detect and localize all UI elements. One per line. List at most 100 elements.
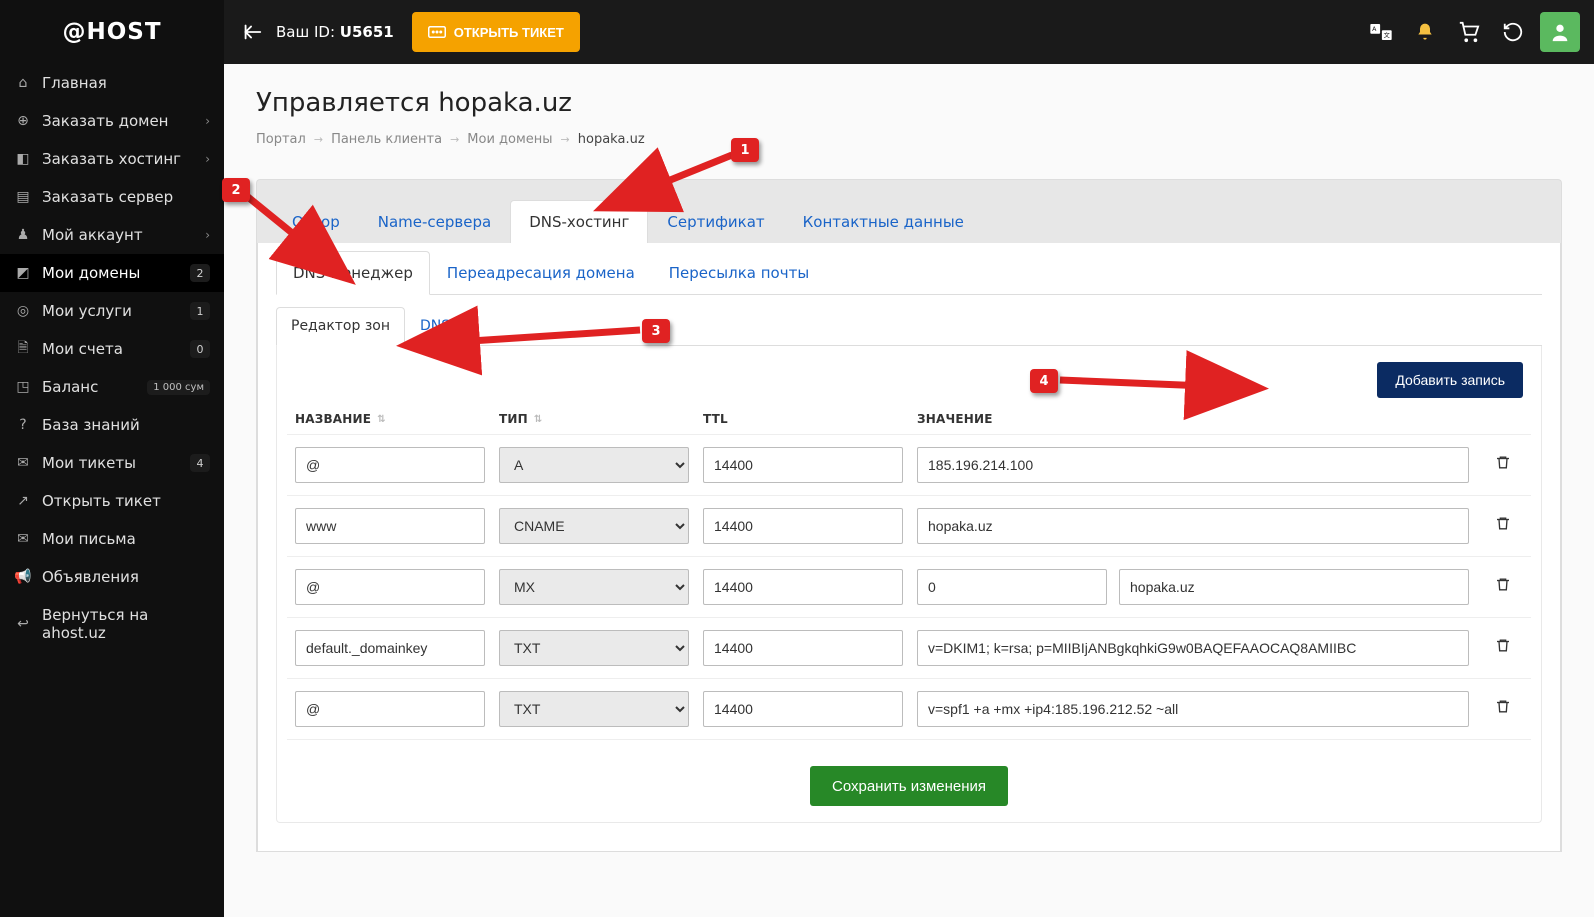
record-type-select[interactable]: TXT [499, 691, 689, 727]
col-header-name[interactable]: НАЗВАНИЕ⇅ [295, 412, 485, 426]
main-area: Ваш ID: U5651 ОТКРЫТЬ ТИКЕТ A文 [224, 0, 1594, 917]
breadcrumb-item[interactable]: Мои домены [467, 132, 552, 147]
save-button[interactable]: Сохранить изменения [810, 766, 1008, 806]
tab-item[interactable]: DNS-хостинг [510, 200, 648, 243]
sidebar-item[interactable]: ⊕Заказать домен› [0, 102, 224, 140]
sidebar-item[interactable]: ✉Мои письма [0, 520, 224, 558]
breadcrumb-separator: → [450, 133, 459, 146]
breadcrumb-item[interactable]: Панель клиента [331, 132, 442, 147]
record-ttl-input[interactable] [703, 447, 903, 483]
sort-icon: ⇅ [534, 414, 543, 425]
sidebar-item[interactable]: ◎Мои услуги1 [0, 292, 224, 330]
add-record-button[interactable]: Добавить запись [1377, 362, 1523, 398]
bell-icon[interactable] [1408, 15, 1442, 49]
breadcrumb: Портал→Панель клиента→Мои домены→hopaka.… [256, 132, 1562, 147]
record-type-select[interactable]: CNAME [499, 508, 689, 544]
balance-badge: 1 000 сум [147, 380, 210, 395]
sidebar-item[interactable]: 🗎Мои счета0 [0, 330, 224, 368]
sidebar-icon: ♟ [14, 226, 32, 244]
tab-item[interactable]: Name-сервера [359, 200, 510, 243]
delete-record-button[interactable] [1495, 454, 1511, 476]
record-name-input[interactable] [295, 508, 485, 544]
record-type-select[interactable]: A [499, 447, 689, 483]
tab-item[interactable]: Редактор зон [276, 307, 405, 346]
sidebar-item-label: Заказать сервер [42, 188, 210, 206]
sidebar-icon: ◩ [14, 264, 32, 282]
delete-record-button[interactable] [1495, 637, 1511, 659]
sidebar-icon: ◎ [14, 302, 32, 320]
sidebar-nav: ⌂Главная⊕Заказать домен›◧Заказать хостин… [0, 64, 224, 917]
dns-table-head: НАЗВАНИЕ⇅ ТИП⇅ TTL ЗНАЧЕНИЕ [287, 412, 1531, 435]
tab-item[interactable]: DNS-менеджер [276, 251, 430, 295]
cart-icon[interactable] [1452, 15, 1486, 49]
sidebar-item[interactable]: ◳Баланс1 000 сум [0, 368, 224, 406]
record-ttl-input[interactable] [703, 630, 903, 666]
sidebar-item-label: Заказать хостинг [42, 150, 195, 168]
record-value-input[interactable] [917, 508, 1469, 544]
record-name-input[interactable] [295, 569, 485, 605]
dns-record-row: MX [287, 557, 1531, 618]
panel: DNS-менеджерПереадресация доменаПересылк… [257, 243, 1561, 852]
record-type-select[interactable]: TXT [499, 630, 689, 666]
delete-record-button[interactable] [1495, 698, 1511, 720]
sidebar-item-label: Мои услуги [42, 302, 180, 320]
tab-item[interactable]: Переадресация домена [430, 251, 652, 294]
record-name-input[interactable] [295, 630, 485, 666]
tabs-main: ОбзорName-сервераDNS-хостингСертификатКо… [257, 200, 1561, 243]
breadcrumb-separator: → [314, 133, 323, 146]
col-header-type[interactable]: ТИП⇅ [499, 412, 689, 426]
record-value-input[interactable] [917, 630, 1469, 666]
sidebar-item-label: Открыть тикет [42, 492, 210, 510]
dns-table-body: A CNAME MX TXT TXT [287, 435, 1531, 740]
sidebar-item-label: Объявления [42, 568, 210, 586]
sidebar-item-label: Баланс [42, 378, 137, 396]
record-ttl-input[interactable] [703, 508, 903, 544]
sidebar-item[interactable]: ↗Открыть тикет [0, 482, 224, 520]
page-title: Управляется hopaka.uz [256, 88, 1562, 118]
tabs-sub: DNS-менеджерПереадресация доменаПересылк… [276, 251, 1542, 295]
sidebar-item[interactable]: ✉Мои тикеты4 [0, 444, 224, 482]
sidebar-item[interactable]: ▤Заказать сервер [0, 178, 224, 216]
sidebar-item[interactable]: ◧Заказать хостинг› [0, 140, 224, 178]
sidebar-item[interactable]: ♟Мой аккаунт› [0, 216, 224, 254]
record-ttl-input[interactable] [703, 569, 903, 605]
sidebar-item[interactable]: ↩Вернуться на ahost.uz [0, 596, 224, 652]
logo: @HOST [0, 0, 224, 64]
tabs-section: ОбзорName-сервераDNS-хостингСертификатКо… [256, 179, 1562, 852]
sidebar-item-label: Мои тикеты [42, 454, 180, 472]
breadcrumb-item[interactable]: Портал [256, 132, 306, 147]
translate-icon[interactable]: A文 [1364, 15, 1398, 49]
open-ticket-label: ОТКРЫТЬ ТИКЕТ [454, 25, 564, 40]
sidebar-item[interactable]: ◩Мои домены2 [0, 254, 224, 292]
user-menu-button[interactable] [1540, 12, 1580, 52]
chevron-right-icon: › [205, 114, 210, 128]
sidebar-item[interactable]: 📢Объявления [0, 558, 224, 596]
tab-item[interactable]: Сертификат [648, 200, 783, 243]
record-type-select[interactable]: MX [499, 569, 689, 605]
sidebar-item-label: Вернуться на ahost.uz [42, 606, 210, 642]
record-value-input[interactable] [917, 447, 1469, 483]
breadcrumb-item: hopaka.uz [578, 132, 645, 147]
record-value-input[interactable] [917, 691, 1469, 727]
sidebar-icon: ✉ [14, 530, 32, 548]
sidebar-item-label: Главная [42, 74, 210, 92]
record-mx-priority-input[interactable] [917, 569, 1107, 605]
tab-item[interactable]: Контактные данные [784, 200, 983, 243]
collapse-sidebar-button[interactable] [238, 18, 266, 46]
sidebar-item[interactable]: ⌂Главная [0, 64, 224, 102]
refresh-icon[interactable] [1496, 15, 1530, 49]
tabs-zone: Редактор зонDNSSEC [276, 307, 1542, 346]
record-name-input[interactable] [295, 447, 485, 483]
record-name-input[interactable] [295, 691, 485, 727]
tab-item[interactable]: Обзор [273, 200, 359, 243]
record-ttl-input[interactable] [703, 691, 903, 727]
sidebar-item-label: Заказать домен [42, 112, 195, 130]
tab-item[interactable]: Пересылка почты [652, 251, 826, 294]
delete-record-button[interactable] [1495, 576, 1511, 598]
count-badge: 2 [190, 264, 210, 282]
tab-item[interactable]: DNSSEC [405, 307, 493, 345]
sidebar-item[interactable]: ?База знаний [0, 406, 224, 444]
open-ticket-button[interactable]: ОТКРЫТЬ ТИКЕТ [412, 12, 580, 52]
delete-record-button[interactable] [1495, 515, 1511, 537]
record-mx-host-input[interactable] [1119, 569, 1469, 605]
